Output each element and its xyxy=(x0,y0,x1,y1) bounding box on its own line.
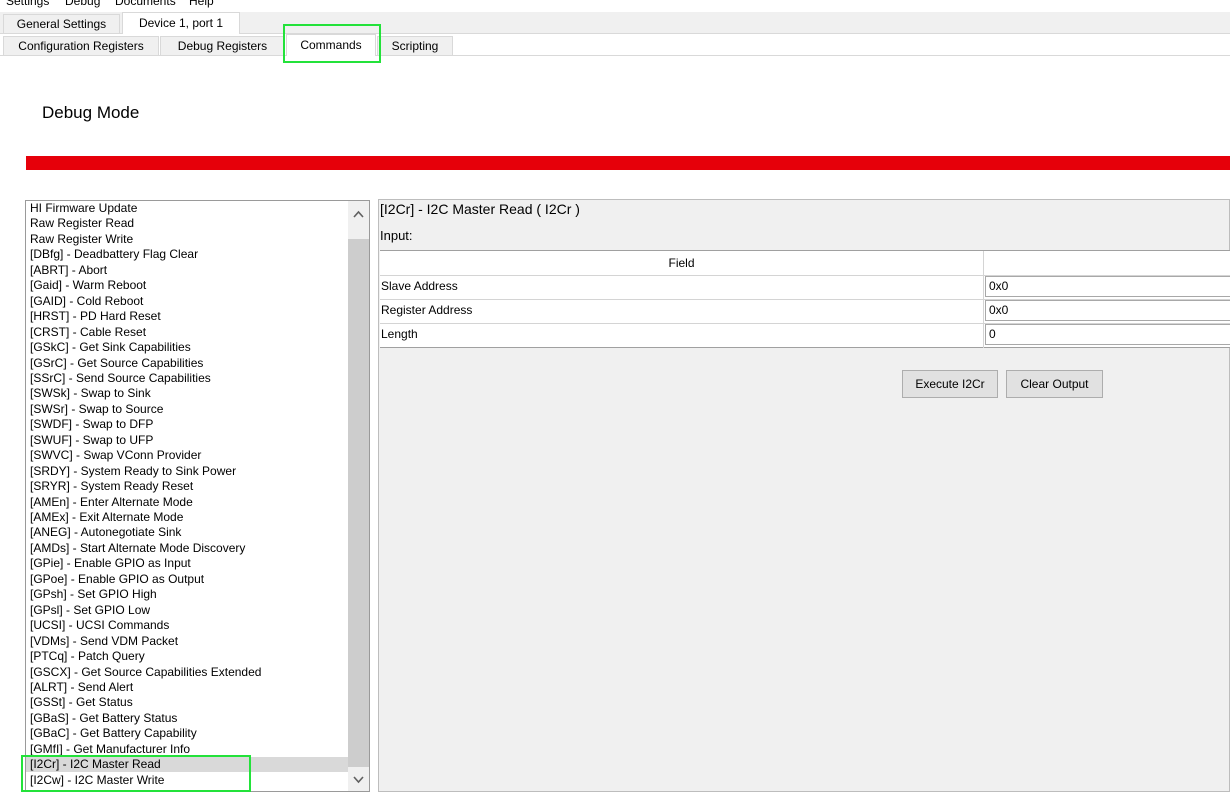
command-list[interactable]: HI Firmware Update Raw Register Read Raw R… xyxy=(25,200,370,792)
list-item[interactable]: [GSSt] - Get Status xyxy=(30,695,133,710)
list-item[interactable]: [PTCq] - Patch Query xyxy=(30,649,145,664)
menu-settings[interactable]: Settings xyxy=(6,0,49,8)
tab-general-settings[interactable]: General Settings xyxy=(3,14,120,33)
list-item[interactable]: HI Firmware Update xyxy=(30,201,137,216)
menu-documents[interactable]: Documents xyxy=(115,0,176,8)
list-item[interactable]: [SSrC] - Send Source Capabilities xyxy=(30,371,211,386)
list-item[interactable]: [VDMs] - Send VDM Packet xyxy=(30,634,178,649)
page-title: Debug Mode xyxy=(42,103,140,122)
slave-address-input[interactable]: 0x0 xyxy=(985,276,1230,297)
list-item[interactable]: [ABRT] - Abort xyxy=(30,263,107,278)
menu-debug[interactable]: Debug xyxy=(65,0,100,8)
list-item[interactable]: [GBaS] - Get Battery Status xyxy=(30,711,177,726)
list-item[interactable]: [SWSr] - Swap to Source xyxy=(30,402,163,417)
accent-bar xyxy=(26,156,1230,170)
execute-button[interactable]: Execute I2Cr xyxy=(902,370,998,398)
field-label-slave-address: Slave Address xyxy=(381,279,458,293)
list-item[interactable]: [GBaC] - Get Battery Capability xyxy=(30,726,197,741)
chevron-up-icon[interactable] xyxy=(348,205,369,223)
list-item[interactable]: [GMfI] - Get Manufacturer Info xyxy=(30,742,190,757)
list-item[interactable]: [GSCX] - Get Source Capabilities Extende… xyxy=(30,665,261,680)
tab-device-1-port-1[interactable]: Device 1, port 1 xyxy=(122,12,240,34)
tab-commands[interactable]: Commands xyxy=(286,34,376,56)
list-item[interactable]: [AMEx] - Exit Alternate Mode xyxy=(30,510,183,525)
field-column-header: Field xyxy=(668,256,695,270)
list-item[interactable]: [HRST] - PD Hard Reset xyxy=(30,309,161,324)
chevron-down-icon[interactable] xyxy=(348,771,369,789)
list-item[interactable]: [Gaid] - Warm Reboot xyxy=(30,278,146,293)
field-label-length: Length xyxy=(381,327,418,341)
sub-tab-strip: Configuration Registers Debug Registers … xyxy=(0,34,1230,56)
input-grid: Field Slave Address 0x0 Register Address… xyxy=(380,250,1230,348)
register-address-input[interactable]: 0x0 xyxy=(985,300,1230,321)
list-item[interactable]: [CRST] - Cable Reset xyxy=(30,325,146,340)
list-item[interactable]: [UCSI] - UCSI Commands xyxy=(30,618,169,633)
list-item[interactable]: [SWSk] - Swap to Sink xyxy=(30,386,151,401)
list-item[interactable]: [SRDY] - System Ready to Sink Power xyxy=(30,464,236,479)
length-input[interactable]: 0 xyxy=(985,324,1230,345)
list-item[interactable]: [SRYR] - System Ready Reset xyxy=(30,479,193,494)
list-item[interactable]: Raw Register Write xyxy=(30,232,133,247)
list-item[interactable]: [SWDF] - Swap to DFP xyxy=(30,417,153,432)
list-item[interactable]: [GPsh] - Set GPIO High xyxy=(30,587,157,602)
list-item[interactable]: [GSkC] - Get Sink Capabilities xyxy=(30,340,191,355)
menu-bar: Settings Debug Documents Help xyxy=(0,0,1230,12)
list-item[interactable]: [SWUF] - Swap to UFP xyxy=(30,433,153,448)
tab-scripting[interactable]: Scripting xyxy=(377,36,453,55)
command-panel: [I2Cr] - I2C Master Read ( I2Cr ) Input:… xyxy=(378,199,1230,792)
list-item[interactable]: [AMDs] - Start Alternate Mode Discovery xyxy=(30,541,245,556)
tab-configuration-registers[interactable]: Configuration Registers xyxy=(3,36,159,55)
list-scrollbar[interactable] xyxy=(348,201,369,791)
list-item[interactable]: [SWVC] - Swap VConn Provider xyxy=(30,448,201,463)
menu-help[interactable]: Help xyxy=(189,0,214,8)
tab-debug-registers[interactable]: Debug Registers xyxy=(160,36,285,55)
list-item[interactable]: [GSrC] - Get Source Capabilities xyxy=(30,356,203,371)
top-tab-strip: General Settings Device 1, port 1 xyxy=(0,12,1230,34)
command-title: [I2Cr] - I2C Master Read ( I2Cr ) xyxy=(380,201,580,217)
list-item[interactable]: [GPie] - Enable GPIO as Input xyxy=(30,556,191,571)
list-item[interactable]: [GPsl] - Set GPIO Low xyxy=(30,603,150,618)
list-item[interactable]: [ANEG] - Autonegotiate Sink xyxy=(30,525,181,540)
list-item[interactable]: [GPoe] - Enable GPIO as Output xyxy=(30,572,204,587)
list-item[interactable]: [ALRT] - Send Alert xyxy=(30,680,133,695)
input-label: Input: xyxy=(380,228,413,243)
field-label-register-address: Register Address xyxy=(381,303,473,317)
clear-output-button[interactable]: Clear Output xyxy=(1006,370,1103,398)
scroll-thumb[interactable] xyxy=(348,239,369,767)
list-item[interactable]: [I2Cw] - I2C Master Write xyxy=(30,773,164,788)
list-item[interactable]: [AMEn] - Enter Alternate Mode xyxy=(30,495,193,510)
list-item[interactable]: Raw Register Read xyxy=(30,216,134,231)
list-item[interactable]: [DBfg] - Deadbattery Flag Clear xyxy=(30,247,198,262)
list-item-selected[interactable]: [I2Cr] - I2C Master Read xyxy=(26,757,350,773)
list-item[interactable]: [GAID] - Cold Reboot xyxy=(30,294,143,309)
